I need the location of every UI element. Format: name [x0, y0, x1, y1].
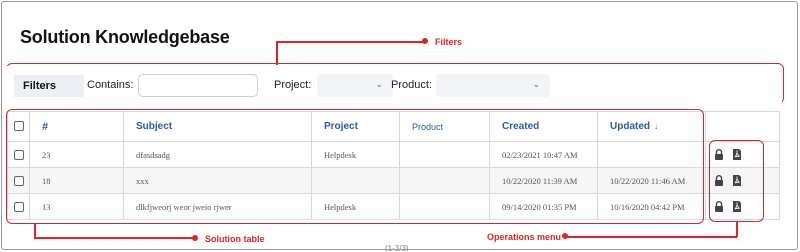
solution-table-highlight-box: [6, 109, 704, 224]
ops-callout-vertical: [736, 222, 738, 237]
chevron-down-icon: ⌄: [375, 79, 383, 89]
solution-table-annotation-label: Solution table: [205, 234, 265, 244]
contains-input[interactable]: [138, 74, 258, 97]
filters-callout-dot: [422, 38, 428, 44]
filter-bar: Filters Contains: Project: ⌄ Product: ⌄: [6, 66, 782, 104]
filters-callout-horizontal: [276, 41, 424, 43]
filters-tag: Filters: [14, 75, 84, 97]
project-label: Project:: [274, 79, 312, 91]
project-select[interactable]: ⌄: [317, 74, 393, 97]
operations-menu-highlight-box: [709, 140, 764, 222]
product-label: Product:: [391, 79, 432, 91]
contains-label: Contains:: [87, 79, 134, 91]
chevron-down-icon: ⌄: [532, 79, 540, 89]
filters-annotation-label: Filters: [435, 37, 463, 47]
ops-callout-horizontal: [566, 236, 737, 238]
column-header-operations: [705, 111, 780, 142]
filters-callout-vertical: [276, 41, 278, 65]
table-callout-dot: [192, 235, 198, 241]
pagination-info: (1-3/3): [385, 244, 409, 252]
page-title: Solution Knowledgebase: [20, 27, 230, 47]
ops-callout-dot: [562, 233, 568, 239]
table-callout-vertical: [34, 224, 36, 238]
table-callout-horizontal: [34, 237, 194, 239]
operations-menu-annotation-label: Operations menu: [487, 232, 562, 242]
product-select[interactable]: ⌄: [436, 74, 550, 97]
